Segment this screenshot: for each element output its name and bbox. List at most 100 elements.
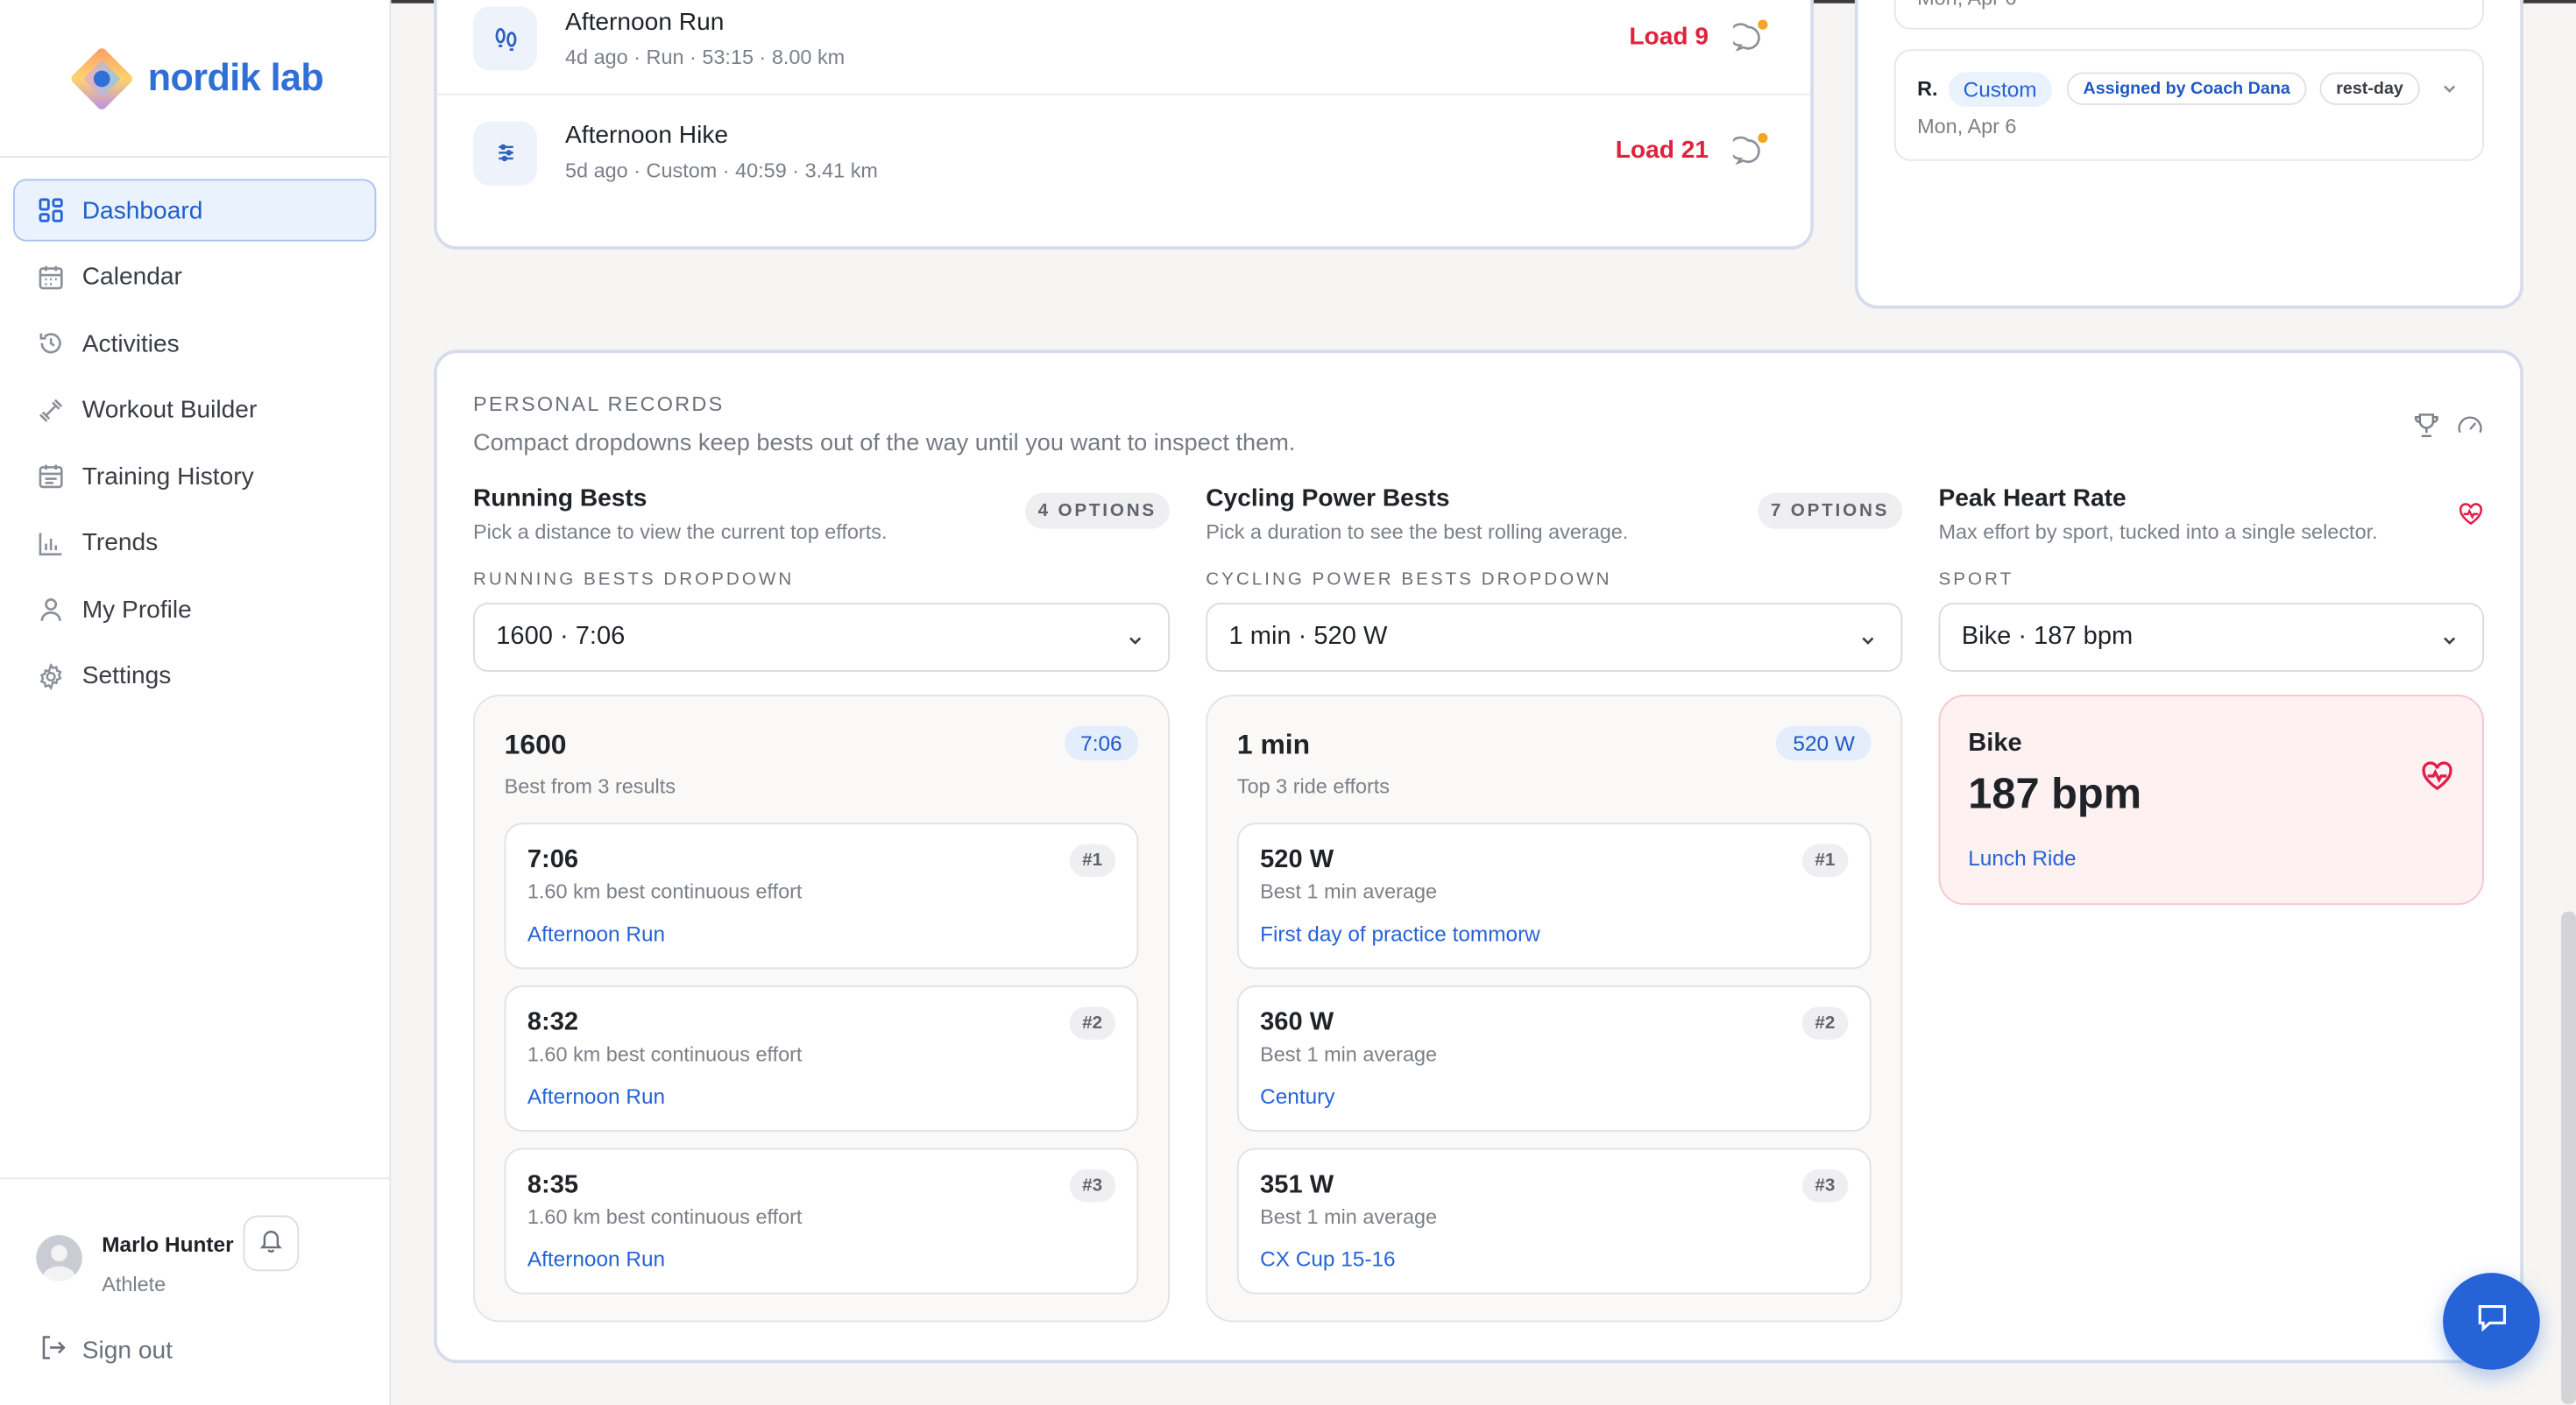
result-value: 7:06	[527, 845, 579, 874]
result-activity-link[interactable]: Afternoon Run	[527, 1246, 665, 1271]
sidebar-item-settings[interactable]: Settings	[13, 645, 376, 707]
result-card: 8:35 1.60 km best continuous effort Afte…	[504, 1147, 1139, 1295]
rank-badge: #2	[1069, 1006, 1116, 1040]
sidebar-item-label: Calendar	[81, 263, 182, 291]
sidebar-item-label: Settings	[81, 661, 172, 690]
result-desc: Best 1 min average	[1260, 880, 1438, 904]
assignment-date: Mon, Apr 6	[1917, 115, 2017, 138]
result-activity-link[interactable]: Afternoon Run	[527, 921, 665, 946]
chat-button[interactable]	[2443, 1273, 2540, 1370]
column-subtitle: Max effort by sport, tucked into a singl…	[1938, 520, 2378, 544]
chevron-down-icon	[1858, 629, 1879, 649]
notifications-button[interactable]	[243, 1215, 300, 1272]
sidebar-item-label: Training History	[81, 462, 254, 491]
app-root: nordik lab Dashboard Calendar Activities…	[0, 0, 2576, 1405]
section-title: PERSONAL RECORDS	[473, 392, 725, 416]
sidebar-item-trends[interactable]: Trends	[13, 512, 376, 574]
result-card: 520 W Best 1 min average First day of pr…	[1236, 823, 1872, 970]
gear-icon	[36, 662, 64, 690]
user-name: Marlo Hunter	[102, 1232, 234, 1257]
running-bests-dropdown[interactable]: 1600 · 7:06	[473, 603, 1170, 672]
panel-title: 1 min	[1236, 729, 1311, 761]
brand-logo[interactable]: nordik lab	[66, 43, 324, 112]
sidebar-item-workout-builder[interactable]: Workout Builder	[13, 378, 376, 441]
gauge-icon[interactable]	[2456, 413, 2484, 448]
chevron-down-icon	[2439, 629, 2459, 649]
heart-pulse-icon	[2458, 501, 2484, 535]
hr-activity-link[interactable]: Lunch Ride	[1968, 846, 2076, 871]
result-card: 360 W Best 1 min average Century #2	[1236, 985, 1872, 1132]
result-activity-link[interactable]: Century	[1260, 1084, 1334, 1109]
options-count-badge: 7 OPTIONS	[1757, 492, 1903, 529]
rank-badge: #3	[1801, 1169, 1849, 1203]
assignment-item[interactable]: Mon, Apr 6	[1893, 0, 2484, 30]
heart-pulse-icon	[2420, 759, 2454, 801]
history-icon	[36, 329, 64, 357]
logout-icon	[39, 1334, 67, 1368]
sidebar-item-label: Activities	[81, 328, 180, 357]
result-activity-link[interactable]: First day of practice tommorw	[1260, 921, 1540, 946]
activity-meta: 5d ago · Custom · 40:59 · 3.41 km	[565, 159, 878, 183]
hr-sport: Bike	[1968, 729, 2022, 758]
assignment-initial: R.	[1917, 77, 1938, 101]
rank-badge: #2	[1801, 1006, 1849, 1040]
result-desc: Best 1 min average	[1260, 1205, 1438, 1229]
sidebar-item-label: Workout Builder	[81, 395, 258, 424]
activity-row[interactable]: Afternoon Hike 5d ago · Custom · 40:59 ·…	[437, 97, 1811, 209]
sidebar-item-activities[interactable]: Activities	[13, 312, 376, 374]
user-block: Marlo Hunter Athlete	[36, 1215, 300, 1296]
rank-badge: #1	[1801, 844, 1849, 878]
trophy-icon[interactable]	[2412, 411, 2442, 448]
result-activity-link[interactable]: CX Cup 15-16	[1260, 1246, 1395, 1271]
column-title: Peak Heart Rate	[1938, 484, 2127, 512]
running-bests-panel: 1600 7:06 Best from 3 results 7:06 1.60 …	[473, 695, 1170, 1323]
sidebar-item-calendar[interactable]: Calendar	[13, 245, 376, 307]
result-activity-link[interactable]: Afternoon Run	[527, 1084, 665, 1109]
assignment-item[interactable]: R. Custom Assigned by Coach Dana rest-da…	[1893, 49, 2484, 161]
sport-dropdown[interactable]: Bike · 187 bpm	[1938, 603, 2484, 672]
chevron-down-icon[interactable]	[2439, 77, 2459, 107]
panel-badge: 7:06	[1064, 725, 1139, 761]
sidebar-item-training-history[interactable]: Training History	[13, 445, 376, 507]
panel-subtitle: Best from 3 results	[504, 775, 676, 799]
dropdown-value: 1600 · 7:06	[496, 622, 626, 651]
calendar-icon	[36, 263, 64, 291]
avatar[interactable]	[36, 1235, 82, 1281]
assigned-by-badge: Assigned by Coach Dana	[2066, 72, 2307, 105]
tag-badge: rest-day	[2319, 72, 2420, 105]
sidebar-item-my-profile[interactable]: My Profile	[13, 578, 376, 640]
activity-row[interactable]: Afternoon Run 4d ago · Run · 53:15 · 8.0…	[436, 0, 1811, 95]
sliders-icon	[473, 120, 538, 185]
user-icon	[36, 596, 64, 624]
result-card: 8:32 1.60 km best continuous effort Afte…	[504, 985, 1139, 1132]
dropdown-value: Bike · 187 bpm	[1961, 622, 2134, 651]
dropdown-label: RUNNING BESTS DROPDOWN	[473, 569, 795, 590]
sidebar-item-label: My Profile	[81, 595, 192, 624]
assignment-date: Mon, Apr 6	[1917, 0, 2016, 10]
sign-out-button[interactable]: Sign out	[39, 1334, 173, 1368]
cycling-power-bests-panel: 1 min 520 W Top 3 ride efforts 520 W Bes…	[1206, 695, 1903, 1323]
result-value: 520 W	[1260, 845, 1334, 874]
panel-title: 1600	[504, 729, 567, 761]
result-value: 8:35	[527, 1170, 579, 1199]
scrollbar[interactable]	[2561, 911, 2576, 1405]
user-role: Athlete	[102, 1273, 166, 1296]
assigned-workouts-card: Mon, Apr 6 R. Custom Assigned by Coach D…	[1854, 0, 2523, 309]
logo-mark-icon	[66, 43, 135, 112]
column-title: Running Bests	[473, 484, 648, 512]
sidebar-divider	[0, 156, 390, 158]
section-subtitle: Compact dropdowns keep bests out of the …	[473, 430, 1296, 457]
result-desc: Best 1 min average	[1260, 1042, 1438, 1066]
personal-records-card: PERSONAL RECORDS Compact dropdowns keep …	[434, 349, 2523, 1364]
cycling-power-bests-dropdown[interactable]: 1 min · 520 W	[1206, 603, 1903, 672]
sign-out-label: Sign out	[81, 1337, 173, 1366]
chevron-down-icon	[1125, 629, 1145, 649]
result-value: 351 W	[1260, 1170, 1334, 1199]
unread-dot	[1758, 132, 1768, 144]
heart-rate-card: Bike 187 bpm Lunch Ride	[1938, 695, 2484, 906]
sidebar-item-dashboard[interactable]: Dashboard	[13, 179, 377, 242]
hr-value: 187 bpm	[1968, 768, 2142, 818]
result-card: 351 W Best 1 min average CX Cup 15-16 #3	[1236, 1147, 1872, 1295]
result-desc: 1.60 km best continuous effort	[527, 1042, 803, 1066]
dropdown-label: SPORT	[1938, 569, 2014, 590]
